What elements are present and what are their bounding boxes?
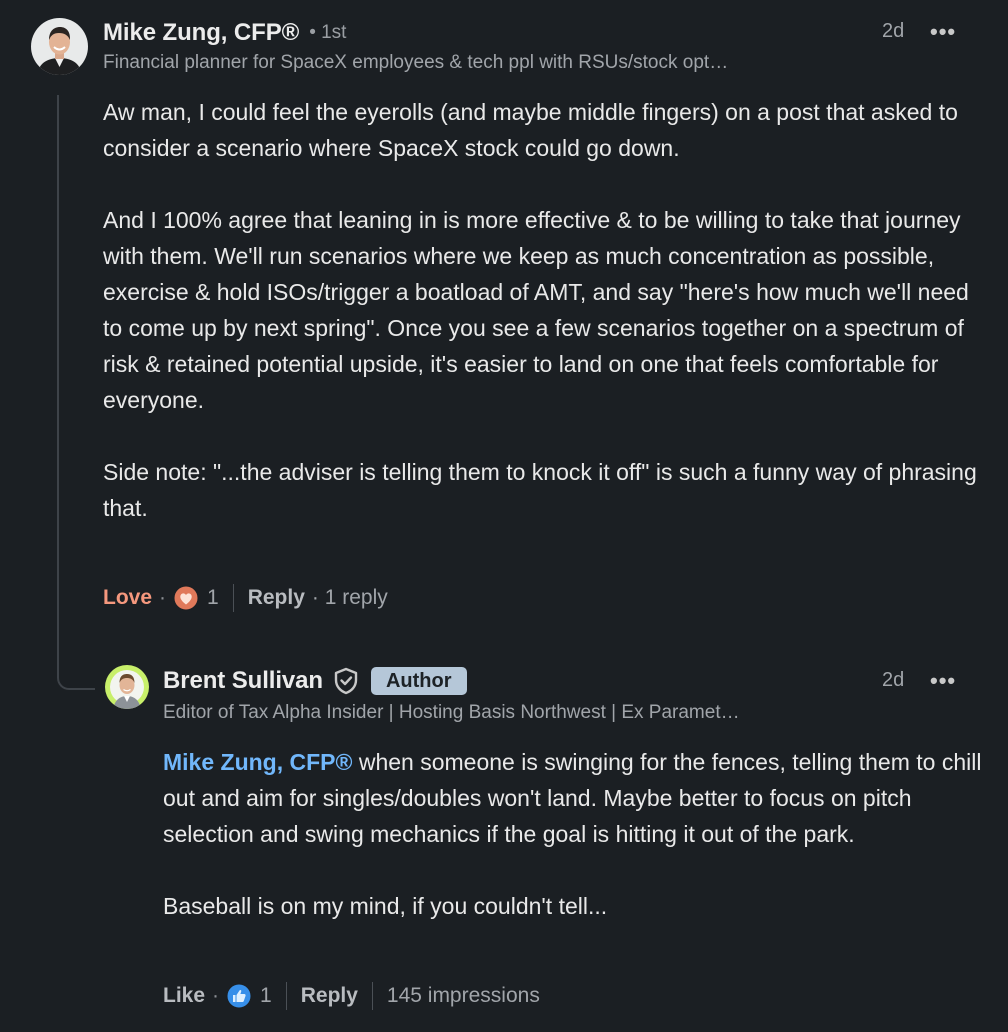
like-reaction-button[interactable]: Like bbox=[163, 984, 205, 1008]
reply-author-headline: Editor of Tax Alpha Insider | Hosting Ba… bbox=[163, 702, 740, 723]
author-badge: Author bbox=[370, 667, 467, 695]
reply-body: Mike Zung, CFP® when someone is swinging… bbox=[163, 744, 983, 924]
mention-link[interactable]: Mike Zung, CFP® bbox=[163, 749, 352, 775]
thread-connector-line bbox=[57, 95, 95, 690]
comment-author-row: Mike Zung, CFP® • 1st bbox=[103, 19, 346, 47]
reply-timestamp: 2d bbox=[882, 669, 905, 691]
comments-thread: Mike Zung, CFP® • 1st Financial planner … bbox=[0, 0, 1008, 1032]
brent-sullivan-avatar-icon bbox=[105, 665, 149, 709]
comment-paragraph: Side note: "...the adviser is telling th… bbox=[103, 459, 977, 521]
reply-paragraph: Baseball is on my mind, if you couldn't … bbox=[163, 893, 608, 919]
comment-actions: Love · 1 Reply · 1 reply bbox=[103, 583, 388, 613]
comment-paragraph: Aw man, I could feel the eyerolls (and m… bbox=[103, 99, 958, 161]
comment-paragraph: And I 100% agree that leaning in is more… bbox=[103, 207, 969, 413]
reply-button[interactable]: Reply bbox=[301, 984, 358, 1008]
reply-count-link[interactable]: · 1 reply bbox=[312, 586, 388, 610]
separator-dot: · bbox=[212, 984, 220, 1007]
love-reaction-button[interactable]: Love bbox=[103, 586, 152, 610]
divider bbox=[285, 982, 287, 1010]
avatar[interactable] bbox=[31, 18, 88, 75]
comment-more-options-icon[interactable]: ••• bbox=[930, 21, 956, 43]
connection-degree: • 1st bbox=[309, 22, 347, 43]
comment-author-headline: Financial planner for SpaceX employees &… bbox=[103, 52, 729, 73]
mike-zung-avatar-icon bbox=[31, 18, 88, 75]
reply-author-row: Brent Sullivan Author bbox=[163, 667, 467, 695]
reply-author-name[interactable]: Brent Sullivan bbox=[163, 667, 323, 695]
reply-paragraph: Mike Zung, CFP® when someone is swinging… bbox=[163, 744, 983, 852]
reaction-count[interactable]: 1 bbox=[260, 984, 272, 1008]
reply-more-options-icon[interactable]: ••• bbox=[930, 670, 956, 692]
divider bbox=[371, 982, 373, 1010]
separator-dot: · bbox=[159, 586, 167, 609]
divider bbox=[232, 584, 234, 612]
reply-actions: Like · 1 Reply 145 impressions bbox=[163, 981, 540, 1011]
reply-button[interactable]: Reply bbox=[248, 586, 305, 610]
impressions-count[interactable]: 145 impressions bbox=[387, 984, 540, 1008]
avatar[interactable] bbox=[105, 665, 149, 709]
reaction-count[interactable]: 1 bbox=[207, 586, 219, 610]
shield-check-icon bbox=[333, 667, 359, 695]
heart-reaction-icon[interactable] bbox=[173, 585, 199, 611]
comment-timestamp: 2d bbox=[882, 20, 905, 42]
comment-body: Aw man, I could feel the eyerolls (and m… bbox=[103, 94, 983, 526]
thumbs-up-reaction-icon[interactable] bbox=[226, 983, 252, 1009]
comment-author-name[interactable]: Mike Zung, CFP® bbox=[103, 19, 299, 47]
